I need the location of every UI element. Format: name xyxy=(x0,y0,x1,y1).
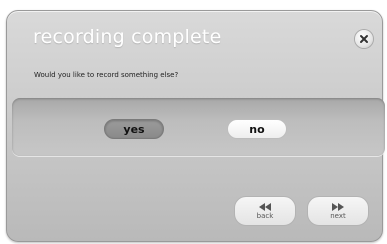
next-button[interactable]: next xyxy=(307,196,369,226)
close-button[interactable] xyxy=(355,30,373,48)
choice-band xyxy=(12,98,385,156)
yes-button-label: yes xyxy=(123,122,145,136)
dialog-title: recording complete xyxy=(33,26,222,48)
back-button-label: back xyxy=(256,211,274,220)
rewind-icon xyxy=(259,202,271,211)
next-button-label: next xyxy=(330,211,346,220)
yes-button[interactable]: yes xyxy=(104,119,164,139)
back-button[interactable]: back xyxy=(234,196,296,226)
no-button-label: no xyxy=(249,122,265,136)
no-button[interactable]: no xyxy=(227,119,287,139)
close-icon xyxy=(360,35,368,43)
dialog-prompt: Would you like to record something else? xyxy=(34,71,179,79)
fast-forward-icon xyxy=(332,202,344,211)
